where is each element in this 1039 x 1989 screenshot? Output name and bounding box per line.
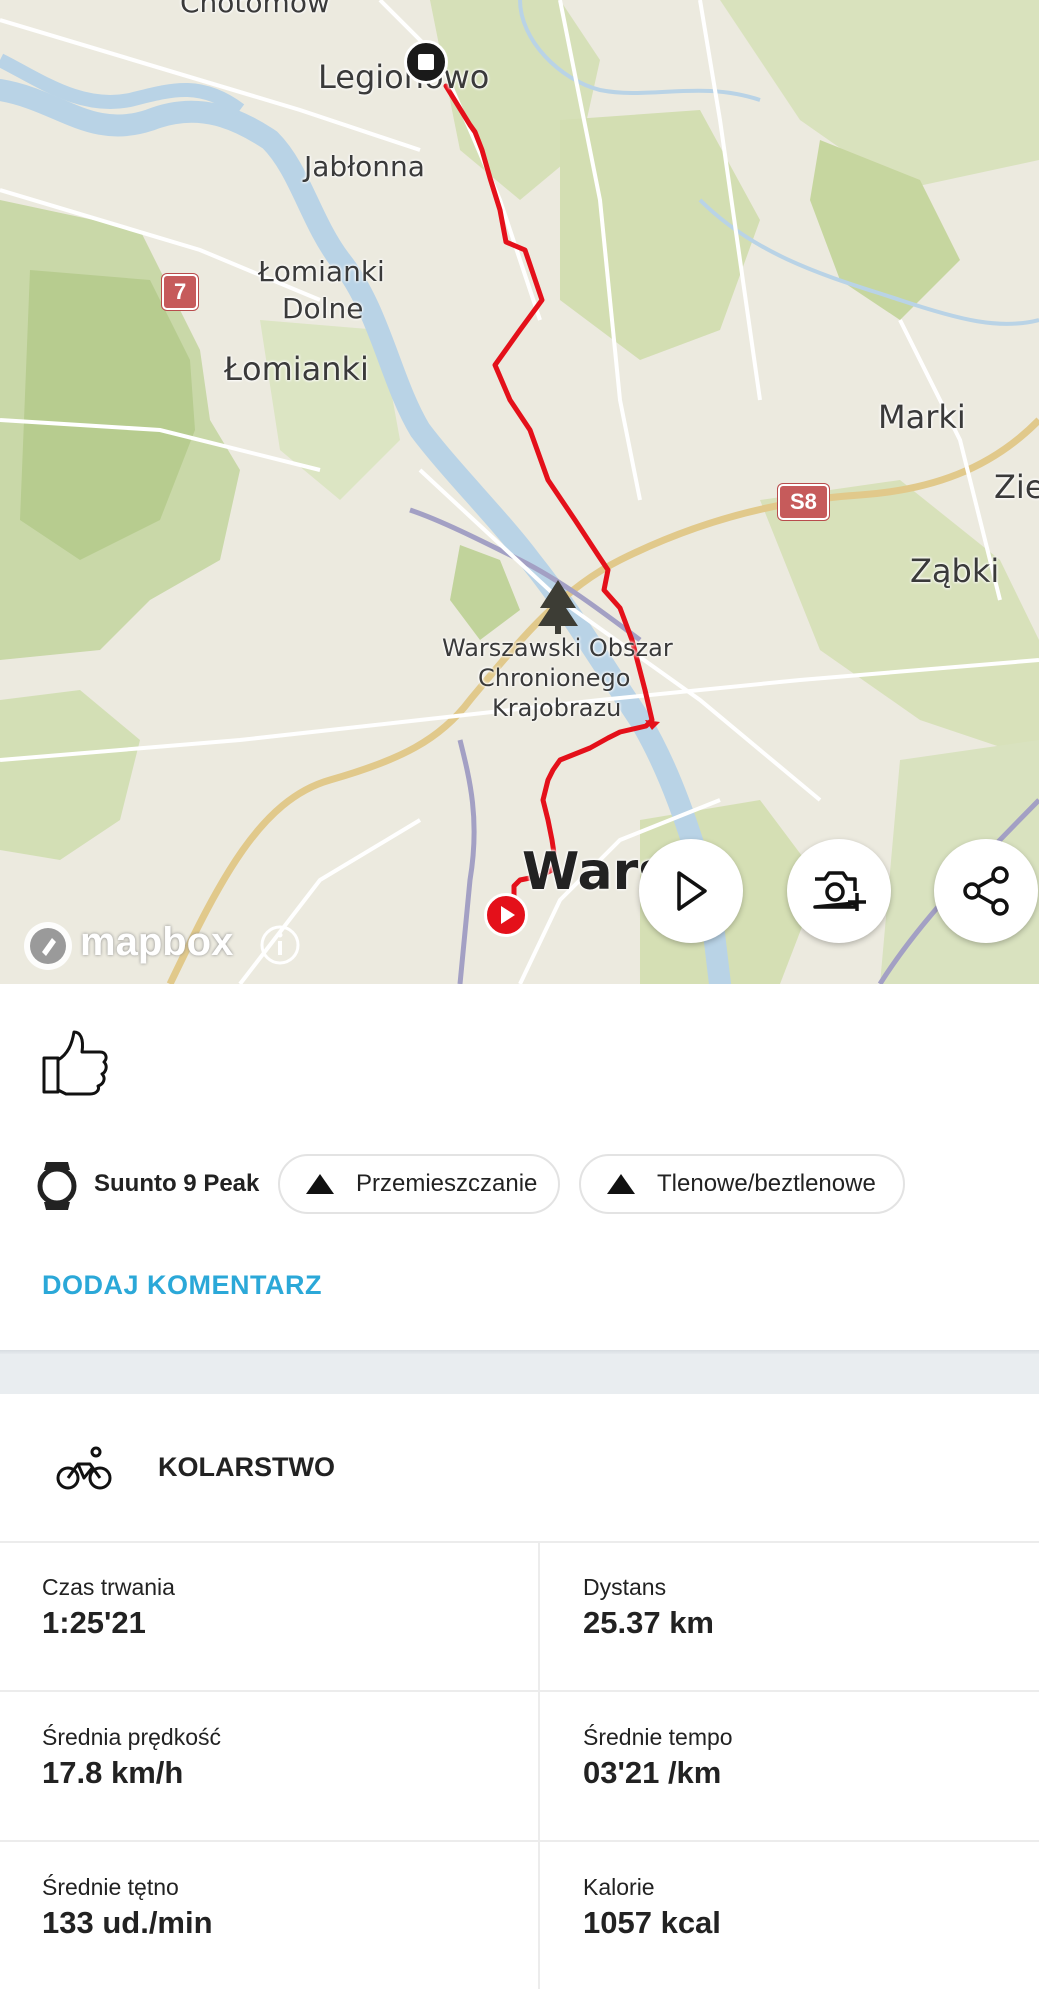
stat-avg-pace: Średnie tempo 03'21 /km: [583, 1724, 733, 1791]
stat-value: 25.37 km: [583, 1605, 714, 1640]
road-shield-7: 7: [162, 274, 199, 310]
share-icon: [963, 866, 1009, 916]
bicycle-icon: [56, 1446, 112, 1492]
stat-label: Dystans: [583, 1574, 667, 1600]
device-name: Suunto 9 Peak: [94, 1170, 260, 1197]
watch-icon: [36, 1158, 78, 1214]
map-label-lomianki-dolne-1: Łomianki: [258, 255, 385, 288]
stat-calories: Kalorie 1057 kcal: [583, 1874, 721, 1941]
stats-column-divider: [538, 1541, 540, 1989]
stats-divider: [0, 1541, 1039, 1543]
stat-distance: Dystans 25.37 km: [583, 1574, 714, 1641]
stat-label: Średnia prędkość: [42, 1724, 221, 1750]
stat-label: Czas trwania: [42, 1574, 175, 1600]
mapbox-logo-icon: [24, 922, 72, 970]
map-base-layer: [0, 0, 1039, 984]
like-button[interactable]: [38, 1026, 110, 1098]
triangle-icon: [306, 1174, 334, 1194]
stat-value: 133 ud./min: [42, 1905, 213, 1940]
tag-chip[interactable]: Tlenowe/beztlenowe: [579, 1154, 905, 1214]
stat-avg-heart-rate: Średnie tętno 133 ud./min: [42, 1874, 213, 1941]
triangle-icon: [607, 1174, 635, 1194]
route-map[interactable]: Chotomów Legionowo Jabłonna Łomianki Dol…: [0, 0, 1039, 984]
replay-button[interactable]: [639, 839, 743, 943]
stop-marker-icon[interactable]: [404, 40, 448, 84]
stat-label: Kalorie: [583, 1874, 655, 1900]
map-label-zabki: Ząbki: [910, 552, 1000, 590]
share-button[interactable]: [934, 839, 1038, 943]
camera-plus-icon: [813, 871, 866, 911]
add-comment-link[interactable]: DODAJ KOMENTARZ: [42, 1270, 322, 1301]
stat-label: Średnie tętno: [42, 1874, 179, 1900]
stat-duration: Czas trwania 1:25'21: [42, 1574, 175, 1641]
section-divider: [0, 1354, 1039, 1394]
map-label-lomianki-dolne-2: Dolne: [282, 292, 364, 325]
tag-label: Tlenowe/beztlenowe: [657, 1170, 876, 1197]
stat-value: 1057 kcal: [583, 1905, 721, 1940]
map-label-marki: Marki: [878, 398, 966, 436]
map-label-zielonka: Zie: [994, 468, 1039, 506]
tag-chip[interactable]: Przemieszczanie: [278, 1154, 560, 1214]
stats-divider: [0, 1690, 1039, 1692]
stat-value: 1:25'21: [42, 1605, 146, 1640]
thumbs-up-icon: [42, 1030, 108, 1096]
activity-type-label: KOLARSTWO: [158, 1452, 335, 1482]
stat-avg-speed: Średnia prędkość 17.8 km/h: [42, 1724, 221, 1791]
stat-label: Średnie tempo: [583, 1724, 733, 1750]
map-label-chotomow: Chotomów: [180, 0, 330, 19]
play-marker-icon[interactable]: [484, 893, 528, 937]
stat-value: 03'21 /km: [583, 1755, 722, 1790]
play-icon: [677, 871, 707, 911]
map-label-reserve-3: Krajobrazu: [492, 694, 622, 722]
mapbox-attribution: mapbox: [80, 920, 234, 964]
map-label-lomianki: Łomianki: [224, 350, 369, 388]
tag-label: Przemieszczanie: [356, 1170, 538, 1197]
map-label-jablonna: Jabłonna: [304, 150, 425, 183]
add-photo-button[interactable]: [787, 839, 891, 943]
map-label-reserve-2: Chronionego: [478, 664, 631, 692]
stats-divider: [0, 1840, 1039, 1842]
map-label-reserve-1: Warszawski Obszar: [442, 634, 673, 662]
stat-value: 17.8 km/h: [42, 1755, 184, 1790]
road-shield-s8: S8: [778, 484, 829, 520]
